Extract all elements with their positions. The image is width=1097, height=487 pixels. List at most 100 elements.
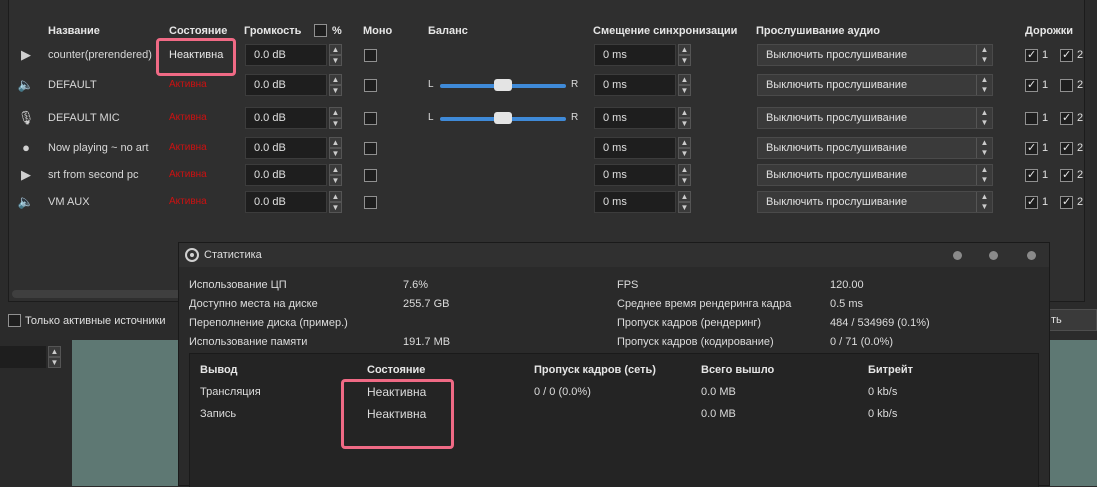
header-status: Состояние — [169, 25, 228, 37]
mono-checkbox[interactable] — [364, 196, 377, 209]
sync-offset-input[interactable]: 0 ms — [594, 107, 676, 129]
monitoring-value: Выключить прослушивание — [766, 196, 908, 208]
sync-offset-input[interactable]: 0 ms — [594, 137, 676, 159]
balance-right-label: R — [571, 79, 579, 90]
volume-input[interactable]: 0.0 dB — [245, 191, 327, 213]
sync-offset-spinner[interactable]: ▲ ▼ — [678, 107, 691, 129]
track-1-checkbox[interactable] — [1025, 168, 1038, 182]
maximize-button[interactable] — [989, 251, 998, 260]
volume-spinner[interactable]: ▲ ▼ — [329, 74, 342, 96]
only-active-checkbox[interactable] — [8, 314, 21, 327]
track-1-checkbox[interactable] — [1025, 195, 1038, 209]
volume-input[interactable]: 0.0 dB — [245, 164, 327, 186]
sync-offset-spinner[interactable]: ▲ ▼ — [678, 137, 691, 159]
audio-monitoring-select[interactable]: Выключить прослушивание ▲ ▼ — [757, 44, 993, 66]
track-1-checkbox[interactable] — [1025, 48, 1038, 62]
obs-logo-icon — [185, 248, 199, 262]
balance-left-label: L — [428, 79, 434, 90]
source-name: DEFAULT — [48, 79, 97, 91]
source-status: Активна — [169, 196, 207, 207]
source-name: VM AUX — [48, 196, 90, 208]
sync-offset-spinner[interactable]: ▲ ▼ — [678, 44, 691, 66]
microphone-icon: 🎙 — [17, 110, 35, 125]
track-1-checkbox[interactable] — [1025, 78, 1038, 92]
chevron-updown-icon: ▲ ▼ — [976, 75, 992, 95]
minimize-button[interactable] — [953, 251, 962, 260]
volume-spinner[interactable]: ▲ ▼ — [329, 44, 342, 66]
volume-percent-checkbox[interactable] — [314, 24, 327, 37]
stat-value: 255.7 GB — [403, 298, 450, 310]
track-1-label: 1 — [1042, 196, 1049, 208]
sync-offset-input[interactable]: 0 ms — [594, 74, 676, 96]
balance-slider-handle[interactable] — [494, 112, 512, 124]
output-cell: Трансляция — [200, 386, 261, 398]
stat-label: Пропуск кадров (рендеринг) — [617, 317, 762, 329]
obscured-button-label: ть — [1051, 314, 1062, 326]
audio-source-row: 🎙 DEFAULT MIC Активна 0.0 dB ▲ ▼ L R 0 ms… — [9, 105, 1086, 131]
mono-checkbox[interactable] — [364, 79, 377, 92]
output-column-header: Битрейт — [868, 364, 914, 376]
header-mono: Моно — [363, 25, 393, 37]
sync-offset-input[interactable]: 0 ms — [594, 191, 676, 213]
audio-monitoring-select[interactable]: Выключить прослушивание ▲ ▼ — [757, 164, 993, 186]
mono-checkbox[interactable] — [364, 112, 377, 125]
track-2-label: 2 — [1077, 79, 1084, 91]
track-2-label: 2 — [1077, 142, 1084, 154]
track-2-checkbox[interactable] — [1060, 48, 1073, 62]
chevron-updown-icon: ▲ ▼ — [976, 192, 992, 212]
sync-offset-spinner[interactable]: ▲ ▼ — [678, 74, 691, 96]
left-dock-field[interactable] — [0, 346, 46, 368]
sync-offset-input[interactable]: 0 ms — [594, 164, 676, 186]
volume-spinner[interactable]: ▲ ▼ — [329, 164, 342, 186]
play-icon: ▶ — [21, 47, 31, 62]
track-2-checkbox[interactable] — [1060, 111, 1073, 125]
source-name: counter(prerendered) — [48, 49, 152, 61]
horizontal-scrollbar[interactable] — [12, 290, 182, 298]
header-balance: Баланс — [428, 25, 468, 37]
speaker-icon: 🔈 — [17, 194, 35, 209]
monitoring-value: Выключить прослушивание — [766, 169, 908, 181]
audio-monitoring-select[interactable]: Выключить прослушивание ▲ ▼ — [757, 191, 993, 213]
source-name: Now playing ~ no art — [48, 142, 149, 154]
mono-checkbox[interactable] — [364, 49, 377, 62]
output-cell: 0 / 0 (0.0%) — [534, 386, 591, 398]
stat-value: 484 / 534969 (0.1%) — [830, 317, 930, 329]
volume-spinner[interactable]: ▲ ▼ — [329, 191, 342, 213]
audio-monitoring-select[interactable]: Выключить прослушивание ▲ ▼ — [757, 107, 993, 129]
sync-offset-spinner[interactable]: ▲ ▼ — [678, 191, 691, 213]
audio-monitoring-select[interactable]: Выключить прослушивание ▲ ▼ — [757, 74, 993, 96]
track-2-checkbox[interactable] — [1060, 79, 1073, 92]
volume-spinner[interactable]: ▲ ▼ — [329, 107, 342, 129]
output-cell: Неактивна — [367, 385, 427, 399]
volume-input[interactable]: 0.0 dB — [245, 107, 327, 129]
output-cell: Неактивна — [367, 407, 427, 421]
stat-value: 0.5 ms — [830, 298, 864, 310]
only-active-label: Только активные источники — [25, 315, 166, 327]
audio-monitoring-select[interactable]: Выключить прослушивание ▲ ▼ — [757, 137, 993, 159]
mono-checkbox[interactable] — [364, 169, 377, 182]
output-cell: 0 kb/s — [868, 408, 898, 420]
track-2-label: 2 — [1077, 49, 1084, 61]
track-2-checkbox[interactable] — [1060, 141, 1073, 155]
volume-input[interactable]: 0.0 dB — [245, 44, 327, 66]
balance-slider-handle[interactable] — [494, 79, 512, 91]
volume-input[interactable]: 0.0 dB — [245, 137, 327, 159]
left-dock-panel: ▲ ▼ — [0, 340, 72, 486]
track-2-checkbox[interactable] — [1060, 195, 1073, 209]
close-button[interactable] — [1027, 251, 1036, 260]
sync-offset-input[interactable]: 0 ms — [594, 44, 676, 66]
track-2-checkbox[interactable] — [1060, 168, 1073, 182]
sync-offset-spinner[interactable]: ▲ ▼ — [678, 164, 691, 186]
track-1-checkbox[interactable] — [1025, 112, 1038, 125]
track-2-label: 2 — [1077, 196, 1084, 208]
left-dock-spinner[interactable]: ▲ ▼ — [48, 346, 61, 368]
volume-spinner[interactable]: ▲ ▼ — [329, 137, 342, 159]
mono-checkbox[interactable] — [364, 142, 377, 155]
globe-icon: ● — [22, 140, 30, 155]
header-sync-offset: Смещение синхронизации — [593, 25, 738, 37]
volume-input[interactable]: 0.0 dB — [245, 74, 327, 96]
track-2-label: 2 — [1077, 112, 1084, 124]
track-1-checkbox[interactable] — [1025, 141, 1038, 155]
stats-title: Статистика — [204, 249, 262, 261]
track-1-label: 1 — [1042, 112, 1049, 124]
